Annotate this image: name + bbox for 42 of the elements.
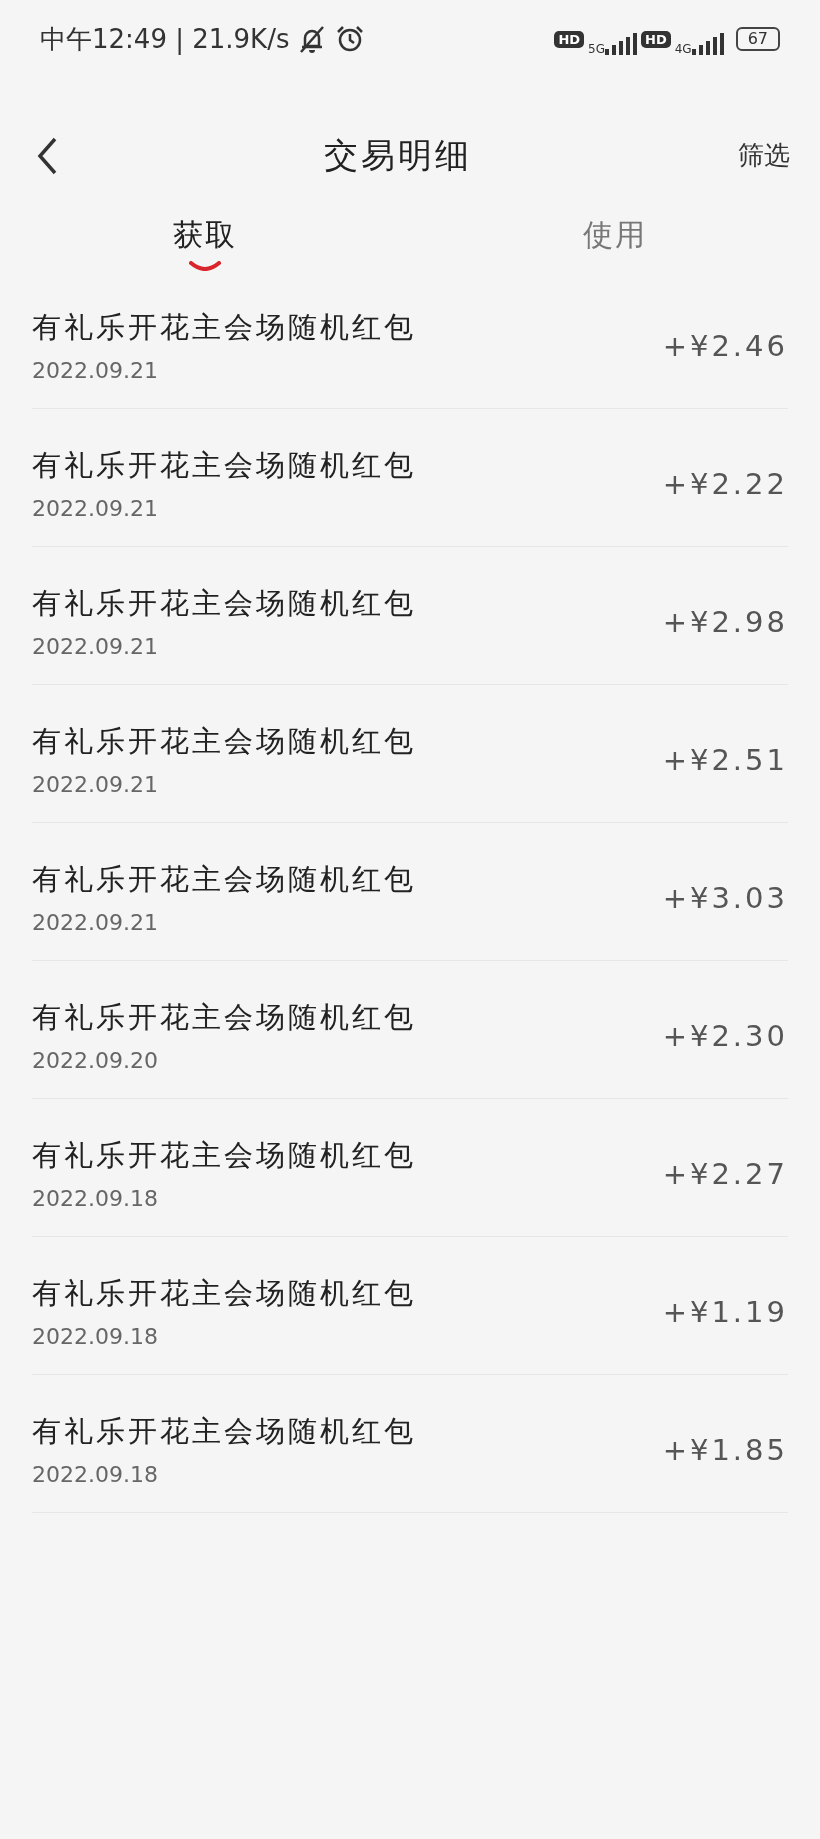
transaction-date: 2022.09.18 xyxy=(32,1184,159,1213)
transaction-amount: +¥2.51 xyxy=(662,741,788,779)
tab[interactable]: 获取 xyxy=(167,208,243,271)
page-title: 交易明细 xyxy=(324,134,472,177)
transaction-title: 有礼乐开花主会场随机红包 xyxy=(32,309,416,347)
battery-indicator: 67 xyxy=(735,27,780,51)
filter-button[interactable]: 筛选 xyxy=(738,136,790,175)
transaction-date: 2022.09.20 xyxy=(32,1046,159,1075)
transaction-title: 有礼乐开花主会场随机红包 xyxy=(32,861,416,899)
transaction-title: 有礼乐开花主会场随机红包 xyxy=(32,723,416,761)
transaction-amount: +¥2.98 xyxy=(662,603,788,641)
transaction-amount: +¥1.19 xyxy=(662,1293,788,1331)
transaction-amount: +¥1.85 xyxy=(662,1431,788,1469)
network-type: 4G xyxy=(674,43,692,55)
transaction-title: 有礼乐开花主会场随机红包 xyxy=(32,999,416,1037)
back-button[interactable] xyxy=(36,135,58,176)
transaction-date: 2022.09.21 xyxy=(32,356,159,385)
transaction-amount: +¥2.46 xyxy=(662,327,788,365)
transaction-title: 有礼乐开花主会场随机红包 xyxy=(32,1275,416,1313)
transaction-amount: +¥2.27 xyxy=(662,1155,788,1193)
transaction-title: 有礼乐开花主会场随机红包 xyxy=(32,1137,416,1175)
transaction-date: 2022.09.21 xyxy=(32,632,159,661)
transaction-title: 有礼乐开花主会场随机红包 xyxy=(32,1413,416,1451)
transaction-amount: +¥2.22 xyxy=(662,465,788,503)
tab-indicator xyxy=(189,261,221,271)
signal-icon xyxy=(691,33,724,55)
transaction-title: 有礼乐开花主会场随机红包 xyxy=(32,585,416,623)
transaction-date: 2022.09.18 xyxy=(32,1460,159,1489)
transaction-title: 有礼乐开花主会场随机红包 xyxy=(32,447,416,485)
hd-badge: HD xyxy=(641,30,671,48)
hd-badge: HD xyxy=(554,30,585,48)
transaction-date: 2022.09.21 xyxy=(32,770,159,799)
tab[interactable]: 使用 xyxy=(577,208,653,271)
back-icon xyxy=(36,135,58,176)
status-text: 中午12:49 | 21.9K/s xyxy=(40,22,290,57)
network-type: 5G xyxy=(588,43,606,55)
transaction-date: 2022.09.21 xyxy=(32,494,159,523)
transaction-amount: +¥2.30 xyxy=(662,1017,788,1055)
signal-icon xyxy=(605,33,638,55)
transaction-date: 2022.09.21 xyxy=(32,908,159,937)
transaction-amount: +¥3.03 xyxy=(662,879,788,917)
transaction-date: 2022.09.18 xyxy=(32,1322,159,1351)
